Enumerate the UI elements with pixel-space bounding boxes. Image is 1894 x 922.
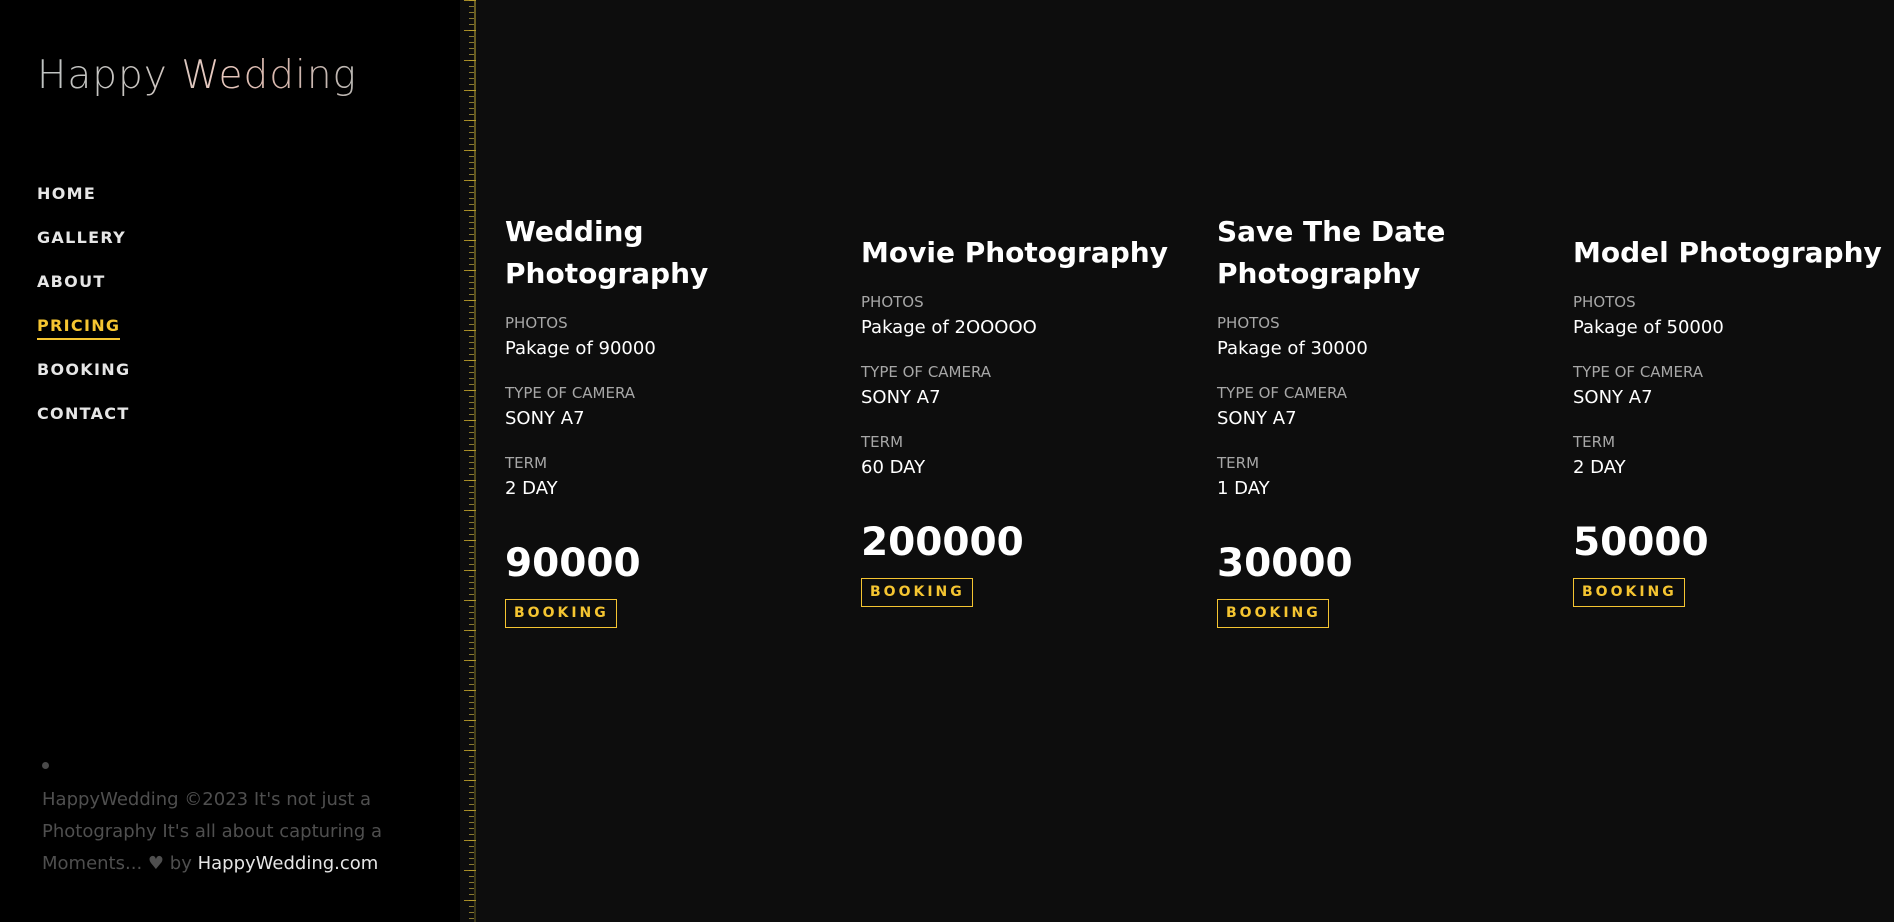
price: 50000 <box>1573 520 1709 565</box>
camera-label: TYPE OF CAMERA <box>861 363 992 381</box>
term-label: TERM <box>861 433 904 451</box>
term-value: 60 DAY <box>861 457 926 478</box>
footer-copyright: HappyWedding ©2023 It's not just a Photo… <box>42 784 387 880</box>
main-nav: HOME GALLERY ABOUT PRICING BOOKING CONTA… <box>37 184 130 448</box>
card-title: Save The Date Photography <box>1217 215 1446 290</box>
nav-link-pricing[interactable]: PRICING <box>37 316 121 340</box>
photos-value: Pakage of 2OOOOO <box>861 317 1037 338</box>
price: 30000 <box>1217 541 1353 586</box>
card-title: Movie Photography <box>861 236 1168 269</box>
price: 90000 <box>505 541 641 586</box>
photos-value: Pakage of 50000 <box>1573 317 1724 338</box>
booking-button[interactable]: BOOKING <box>505 599 617 628</box>
nav-link-gallery[interactable]: GALLERY <box>37 228 126 250</box>
scroll-ruler <box>462 0 476 922</box>
photos-label: PHOTOS <box>505 314 568 332</box>
camera-label: TYPE OF CAMERA <box>1217 384 1348 402</box>
nav-link-home[interactable]: HOME <box>37 184 96 206</box>
pricing-card-save-the-date: Save The Date Photography PHOTOS Pakage … <box>1217 211 1537 628</box>
camera-value: SONY A7 <box>505 408 585 429</box>
photos-label: PHOTOS <box>1573 293 1636 311</box>
heart-icon: ♥ <box>147 853 165 874</box>
card-title: Model Photography <box>1573 236 1882 269</box>
nav-item-about: ABOUT <box>37 272 130 316</box>
nav-item-pricing: PRICING <box>37 316 130 360</box>
price: 200000 <box>861 520 1024 565</box>
term-value: 2 DAY <box>1573 457 1626 478</box>
camera-label: TYPE OF CAMERA <box>505 384 636 402</box>
footer-bullet <box>42 762 49 769</box>
pricing-card-wedding: Wedding Photography PHOTOS Pakage of 900… <box>505 211 825 628</box>
nav-item-gallery: GALLERY <box>37 228 130 272</box>
footer-by: by <box>169 853 192 874</box>
pricing-card-model: Model Photography PHOTOS Pakage of 50000… <box>1573 232 1893 607</box>
nav-item-contact: CONTACT <box>37 404 130 448</box>
photos-value: Pakage of 90000 <box>505 338 656 359</box>
booking-button[interactable]: BOOKING <box>1573 578 1685 607</box>
camera-value: SONY A7 <box>1573 387 1653 408</box>
photos-label: PHOTOS <box>1217 314 1280 332</box>
nav-item-home: HOME <box>37 184 130 228</box>
card-title: Wedding Photography <box>505 215 709 290</box>
term-value: 1 DAY <box>1217 478 1270 499</box>
booking-button[interactable]: BOOKING <box>861 578 973 607</box>
term-label: TERM <box>505 454 548 472</box>
term-label: TERM <box>1573 433 1616 451</box>
term-label: TERM <box>1217 454 1260 472</box>
nav-item-booking: BOOKING <box>37 360 130 404</box>
pricing-card-movie: Movie Photography PHOTOS Pakage of 2OOOO… <box>861 232 1181 607</box>
sidebar: Happy Wedding HOME GALLERY ABOUT PRICING… <box>0 0 460 922</box>
camera-label: TYPE OF CAMERA <box>1573 363 1704 381</box>
photos-label: PHOTOS <box>861 293 924 311</box>
camera-value: SONY A7 <box>861 387 941 408</box>
footer-site-link[interactable]: HappyWedding.com <box>198 853 379 874</box>
nav-link-booking[interactable]: BOOKING <box>37 360 130 382</box>
nav-link-contact[interactable]: CONTACT <box>37 404 130 426</box>
term-value: 2 DAY <box>505 478 558 499</box>
nav-link-about[interactable]: ABOUT <box>37 272 106 294</box>
site-logo[interactable]: Happy Wedding <box>37 53 357 98</box>
booking-button[interactable]: BOOKING <box>1217 599 1329 628</box>
photos-value: Pakage of 30000 <box>1217 338 1368 359</box>
camera-value: SONY A7 <box>1217 408 1297 429</box>
